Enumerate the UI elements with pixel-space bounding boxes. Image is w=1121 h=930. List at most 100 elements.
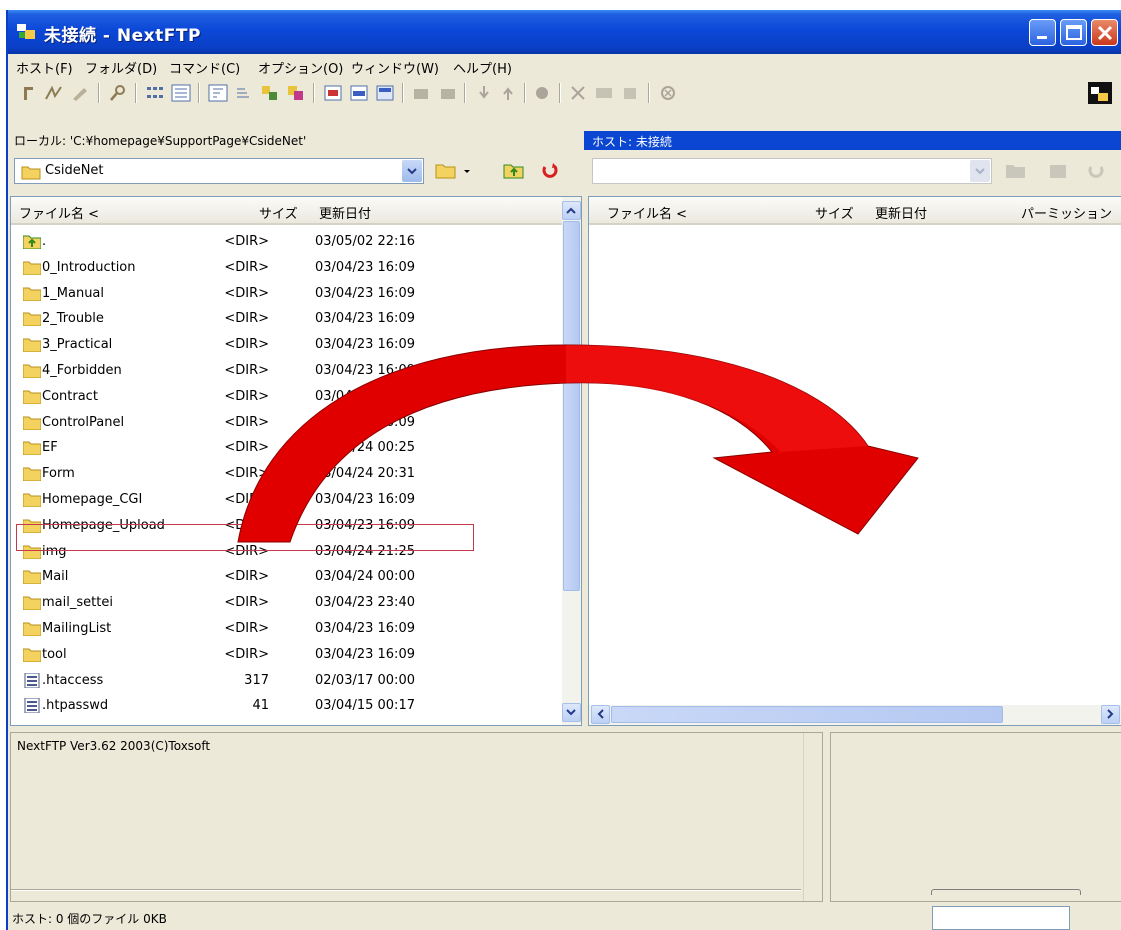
list-item[interactable]: 2_Trouble <DIR> 03/04/23 16:09 — [11, 306, 561, 332]
scroll-thumb[interactable] — [611, 706, 1003, 723]
remote-parent-folder-button[interactable] — [1046, 160, 1070, 182]
rename-icon — [596, 88, 612, 98]
view-image-button[interactable] — [321, 82, 345, 104]
list-item[interactable]: tool <DIR> 03/04/23 16:09 — [11, 642, 561, 668]
disconnect-button[interactable] — [68, 82, 92, 104]
log-vscrollbar[interactable] — [803, 733, 822, 901]
sort-desc-icon — [237, 88, 249, 98]
file-size: <DIR> — [224, 595, 269, 611]
remote-folder-combo[interactable] — [592, 158, 992, 184]
stop-button[interactable] — [656, 82, 680, 104]
upload-folder-button[interactable] — [410, 82, 434, 104]
list-item[interactable]: Homepage_CGI <DIR> 03/04/23 16:09 — [11, 487, 561, 513]
local-vscrollbar[interactable] — [562, 197, 581, 725]
local-file-list[interactable]: ファイル名 < サイズ 更新日付 . <DIR> 03/05/02 22:16 0_I… — [10, 196, 582, 726]
minimize-button[interactable] — [1029, 19, 1056, 46]
close-button[interactable] — [1091, 19, 1118, 46]
list-item[interactable]: ControlPanel <DIR> 03/04/23 16:09 — [11, 410, 561, 436]
file-date: 03/04/23 23:40 — [315, 595, 415, 611]
folder-gray-icon-2 — [1050, 165, 1066, 178]
col-filename[interactable]: ファイル名 < — [607, 203, 687, 222]
col-date[interactable]: 更新日付 — [319, 203, 371, 222]
file-date: 03/04/23 16:09 — [315, 285, 415, 301]
view-text-button[interactable] — [373, 82, 397, 104]
menu-option[interactable]: オプション(O) — [258, 58, 343, 77]
open-folder-icon — [435, 164, 456, 179]
file-name: MailingList — [42, 621, 112, 636]
refresh-icon — [1088, 166, 1104, 178]
info-button[interactable] — [530, 82, 554, 104]
parent-folder-button[interactable] — [502, 160, 526, 182]
icon-view-button[interactable] — [143, 82, 167, 104]
download-button[interactable] — [472, 82, 496, 104]
col-size[interactable]: サイズ — [815, 203, 854, 222]
list-item[interactable]: .htaccess 317 02/03/17 00:00 — [11, 668, 561, 694]
transfer-pane[interactable] — [830, 732, 1121, 902]
scroll-left-button[interactable] — [591, 705, 610, 724]
scroll-down-button[interactable] — [562, 703, 581, 722]
log-pane[interactable]: NextFTP Ver3.62 2003(C)Toxsoft — [10, 732, 823, 902]
combo-dropdown-button[interactable] — [402, 160, 422, 182]
attributes-button[interactable] — [618, 82, 642, 104]
menu-host[interactable]: ホスト(F) — [16, 58, 73, 77]
list-item[interactable]: 4_Forbidden <DIR> 03/04/23 16:09 — [11, 358, 561, 384]
delete-button[interactable] — [566, 82, 590, 104]
upload-button[interactable] — [496, 82, 520, 104]
title-bar[interactable]: 未接続 - NextFTP — [8, 10, 1121, 54]
combo-dropdown-button[interactable] — [970, 160, 990, 182]
col-size[interactable]: サイズ — [259, 203, 298, 222]
list-item[interactable]: 0_Introduction <DIR> 03/04/23 16:09 — [11, 255, 561, 281]
menu-window[interactable]: ウィンドウ(W) — [351, 58, 439, 77]
sync-icon — [262, 86, 277, 100]
list-item[interactable]: Form <DIR> 03/04/24 20:31 — [11, 461, 561, 487]
list-item[interactable]: .htpasswd 41 03/04/15 00:17 — [11, 693, 561, 719]
scroll-up-button[interactable] — [562, 201, 581, 220]
connect-button[interactable] — [16, 82, 40, 104]
list-item[interactable]: . <DIR> 03/05/02 22:16 — [11, 229, 561, 255]
remote-file-list[interactable]: ファイル名 < サイズ 更新日付 パーミッション — [588, 196, 1121, 726]
local-list-header: ファイル名 < サイズ 更新日付 — [11, 197, 581, 225]
sync-button[interactable] — [258, 82, 282, 104]
menu-command[interactable]: コマンド(C) — [169, 58, 240, 77]
open-folder-button[interactable] — [434, 160, 458, 182]
log-text: NextFTP Ver3.62 2003(C)Toxsoft — [17, 739, 211, 753]
sort-asc-button[interactable] — [206, 82, 230, 104]
remote-refresh-button[interactable] — [1084, 160, 1108, 182]
col-permission[interactable]: パーミッション — [1021, 203, 1112, 222]
local-folder-combo[interactable]: CsideNet — [14, 158, 424, 184]
search-button[interactable] — [106, 82, 130, 104]
remote-open-folder-button[interactable] — [1004, 160, 1028, 182]
list-item[interactable]: mail_settei <DIR> 03/04/23 23:40 — [11, 590, 561, 616]
col-date[interactable]: 更新日付 — [875, 203, 927, 222]
file-name: .htaccess — [42, 672, 104, 688]
scroll-thumb[interactable] — [563, 221, 580, 591]
sort-desc-button[interactable] — [232, 82, 256, 104]
open-folder-dropdown[interactable] — [460, 160, 474, 182]
menu-folder[interactable]: フォルダ(D) — [85, 58, 157, 77]
list-item[interactable]: 3_Practical <DIR> 03/04/23 16:09 — [11, 332, 561, 358]
highlight-box — [16, 524, 474, 551]
folder-icon — [23, 648, 41, 662]
list-item[interactable]: EF <DIR> 03/04/24 00:25 — [11, 435, 561, 461]
delete-icon — [571, 86, 585, 100]
list-view-button[interactable] — [169, 82, 193, 104]
menu-help[interactable]: ヘルプ(H) — [453, 58, 512, 77]
rename-button[interactable] — [592, 82, 616, 104]
maximize-button[interactable] — [1060, 19, 1087, 46]
view-html-button[interactable] — [347, 82, 371, 104]
file-size: <DIR> — [224, 440, 269, 456]
refresh-button[interactable] — [538, 160, 562, 182]
list-item[interactable]: Contract <DIR> 03/04/23 16:09 — [11, 384, 561, 410]
quick-connect-button[interactable] — [42, 82, 66, 104]
list-item[interactable]: Mail <DIR> 03/04/24 00:00 — [11, 564, 561, 590]
mirror-button[interactable] — [284, 82, 308, 104]
file-date: 03/04/23 16:09 — [315, 337, 415, 353]
list-item[interactable]: MailingList <DIR> 03/04/23 16:09 — [11, 616, 561, 642]
download-folder-button[interactable] — [436, 82, 460, 104]
remote-hscrollbar[interactable] — [589, 705, 1121, 725]
col-filename[interactable]: ファイル名 < — [19, 203, 99, 222]
scroll-right-button[interactable] — [1101, 705, 1120, 724]
toolbar — [8, 78, 1121, 108]
folder-icon — [23, 364, 41, 378]
list-item[interactable]: 1_Manual <DIR> 03/04/23 16:09 — [11, 281, 561, 307]
